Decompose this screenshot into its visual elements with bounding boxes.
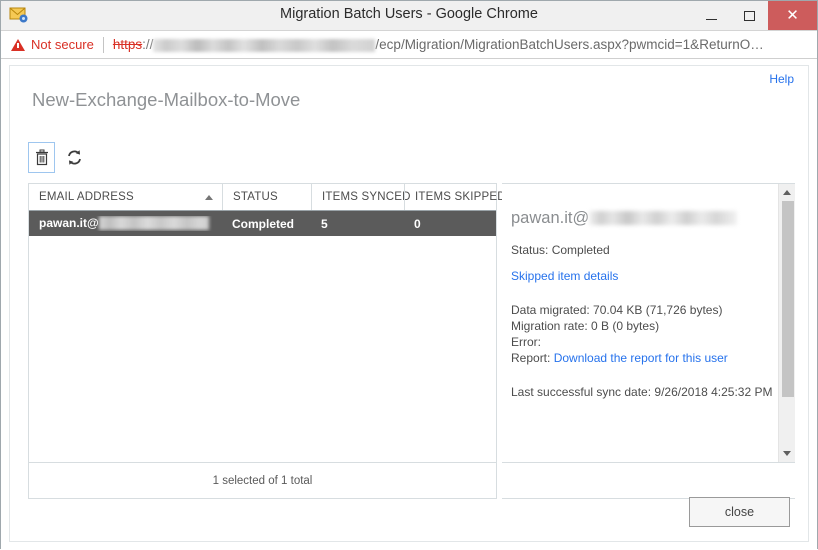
skipped-item-details-link[interactable]: Skipped item details (511, 268, 774, 284)
detail-data-migrated: Data migrated: 70.04 KB (71,726 bytes) (511, 303, 723, 317)
chevron-up-icon (783, 190, 791, 195)
ecp-page-frame: Help New-Exchange-Mailbox-to-Move EMAIL … (9, 65, 809, 542)
column-header-status-label: STATUS (233, 191, 278, 203)
user-detail-content: pawan.it@ Status: Completed Skipped item… (502, 184, 774, 462)
cell-items-skipped: 0 (414, 216, 421, 231)
users-grid: EMAIL ADDRESS STATUS ITEMS SYNCED ITEMS … (28, 183, 506, 499)
chrome-window: Migration Batch Users - Google Chrome ✕ … (0, 0, 818, 550)
delete-button[interactable] (28, 142, 55, 173)
detail-error: Error: (511, 335, 541, 349)
detail-email-domain-redacted (589, 210, 738, 225)
cell-email-domain-redacted (98, 216, 209, 231)
cell-status: Completed (232, 216, 295, 231)
warning-triangle-icon (11, 38, 25, 51)
address-divider (102, 36, 104, 53)
refresh-button[interactable] (61, 142, 88, 173)
detail-spacer (511, 284, 774, 302)
column-header-email-address[interactable]: EMAIL ADDRESS (29, 184, 222, 210)
title-bar: Migration Batch Users - Google Chrome ✕ (1, 1, 817, 31)
trash-icon (35, 149, 48, 166)
sort-ascending-icon (205, 194, 213, 200)
cell-items-synced: 5 (321, 216, 328, 231)
chevron-down-icon (783, 451, 791, 456)
detail-migration-rate: Migration rate: 0 B (0 bytes) (511, 319, 660, 333)
column-header-items-synced-label: ITEMS SYNCED (322, 191, 411, 203)
url-scheme: https (112, 37, 143, 52)
minimize-icon (705, 19, 717, 20)
detail-email-prefix: pawan.it@ (511, 209, 590, 227)
help-link[interactable]: Help (769, 72, 794, 86)
maximize-button[interactable] (730, 1, 768, 30)
refresh-icon (68, 150, 81, 165)
user-detail-pane: pawan.it@ Status: Completed Skipped item… (502, 183, 795, 499)
cell-email-prefix: pawan.it@ (39, 215, 99, 230)
not-secure-label[interactable]: Not secure (31, 37, 94, 52)
url-host-redacted (153, 39, 376, 52)
column-header-status[interactable]: STATUS (222, 184, 311, 210)
column-header-email-address-label: EMAIL ADDRESS (39, 191, 134, 203)
detail-status: Status: Completed (511, 243, 610, 257)
grid-toolbar (28, 142, 88, 173)
cell-email-address: pawan.it@ (29, 216, 222, 231)
page-title: New-Exchange-Mailbox-to-Move (32, 89, 301, 110)
detail-report: Report: Download the report for this use… (511, 350, 774, 366)
url-path: /ecp/Migration/MigrationBatchUsers.aspx?… (375, 37, 764, 52)
table-row[interactable]: pawan.it@ Completed 5 0 (29, 211, 496, 236)
minimize-button[interactable] (692, 1, 730, 30)
column-header-items-skipped[interactable]: ITEMS SKIPPED (404, 184, 506, 210)
close-icon: ✕ (786, 7, 799, 24)
scroll-down-button[interactable] (779, 445, 795, 462)
window-close-button[interactable]: ✕ (768, 1, 817, 30)
column-header-items-skipped-label: ITEMS SKIPPED (415, 191, 506, 203)
close-button[interactable]: close (689, 497, 790, 527)
scrollbar-thumb[interactable] (782, 201, 794, 397)
grid-header-row: EMAIL ADDRESS STATUS ITEMS SYNCED ITEMS … (29, 184, 506, 211)
skipped-item-details-label: Skipped item details (511, 269, 619, 283)
address-bar[interactable]: Not secure https :// /ecp/Migration/Migr… (1, 31, 817, 59)
ecp-page: Help New-Exchange-Mailbox-to-Move EMAIL … (1, 59, 817, 550)
detail-report-label: Report: (511, 351, 551, 365)
download-report-link[interactable]: Download the report for this user (554, 351, 728, 365)
scrollbar-track[interactable] (780, 201, 795, 445)
detail-spacer-2 (511, 366, 774, 384)
window-controls: ✕ (692, 1, 817, 30)
column-header-items-synced[interactable]: ITEMS SYNCED (311, 184, 410, 210)
url-separator: :// (142, 37, 154, 52)
detail-last-sync-date: Last successful sync date: 9/26/2018 4:2… (511, 385, 773, 399)
detail-email-address: pawan.it@ (511, 209, 774, 228)
maximize-icon (743, 10, 755, 21)
dialog-footer: close (10, 485, 808, 541)
detail-scrollbar[interactable] (778, 184, 795, 462)
scroll-up-button[interactable] (779, 184, 795, 201)
